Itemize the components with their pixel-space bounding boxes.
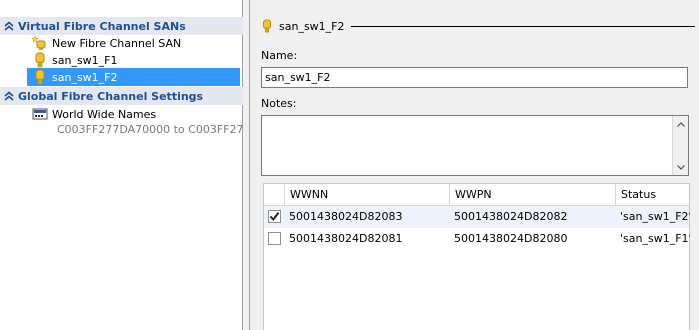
collapse-chevron-icon[interactable] [0, 17, 18, 35]
cell-wwnn: 5001438024D82083 [289, 210, 403, 223]
sidebar: Virtual Fibre Channel SANs New Fibre Cha… [0, 0, 254, 330]
checkmark-icon [269, 212, 280, 222]
sidebar-item-label: World Wide Names [52, 107, 157, 121]
grid-header: WWNN WWPN Status [264, 184, 689, 206]
cell-wwpn: 5001438024D82082 [454, 210, 568, 223]
detail-title-row: san_sw1_F2 [260, 16, 695, 36]
sidebar-item-label: san_sw1_F1 [52, 53, 118, 67]
row-checkbox[interactable] [268, 210, 281, 223]
pane-splitter[interactable] [244, 0, 250, 330]
sidebar-item-label: san_sw1_F2 [52, 70, 118, 84]
name-label: Name: [261, 49, 298, 62]
sidebar-item-new-san[interactable]: New Fibre Channel SAN [31, 34, 236, 52]
collapse-chevron-icon[interactable] [0, 87, 18, 105]
section-header-san[interactable]: Virtual Fibre Channel SANs [0, 17, 243, 35]
detail-title: san_sw1_F2 [279, 19, 345, 33]
san-switch-icon [260, 18, 274, 34]
sidebar-item-san-sw1-f1[interactable]: san_sw1_F1 [31, 51, 236, 69]
detail-pane: san_sw1_F2 Name: san_sw1_F2 Notes: WWNN … [251, 0, 699, 330]
scroll-down-icon[interactable] [673, 159, 689, 175]
table-row[interactable]: 5001438024D82081 5001438024D82080 'san_s… [264, 228, 690, 250]
san-switch-icon [31, 51, 49, 69]
wwn-icon [31, 105, 49, 123]
table-row[interactable]: 5001438024D82083 5001438024D82082 'san_s… [264, 206, 690, 228]
sidebar-item-label: New Fibre Channel SAN [52, 36, 182, 50]
section-header-global[interactable]: Global Fibre Channel Settings [0, 87, 243, 105]
new-san-icon [31, 34, 49, 52]
section-title-global: Global Fibre Channel Settings [18, 89, 204, 103]
wwn-grid[interactable]: WWNN WWPN Status 5001438024D82083 500143… [263, 183, 690, 330]
cell-status: 'san_sw1_F2' [620, 210, 690, 223]
cell-wwnn: 5001438024D82081 [289, 232, 403, 245]
scroll-up-icon[interactable] [673, 116, 688, 132]
sidebar-item-san-sw1-f2[interactable]: san_sw1_F2 [27, 68, 240, 86]
notes-scrollbar[interactable] [672, 116, 688, 175]
section-title-san: Virtual Fibre Channel SANs [18, 19, 186, 33]
notes-textarea[interactable] [261, 115, 689, 176]
column-header-status[interactable]: Status [615, 184, 691, 206]
column-header-wwnn[interactable]: WWNN [284, 184, 449, 206]
wwn-range-text: C003FF277DA70000 to C003FF27... [57, 123, 254, 136]
row-checkbox[interactable] [268, 232, 281, 245]
sidebar-item-world-wide-names[interactable]: World Wide Names [31, 105, 236, 123]
title-divider [350, 26, 695, 27]
notes-label: Notes: [261, 97, 297, 110]
name-input[interactable]: san_sw1_F2 [261, 67, 688, 88]
column-header-wwpn[interactable]: WWPN [449, 184, 615, 206]
san-switch-icon [31, 68, 49, 86]
cell-wwpn: 5001438024D82080 [454, 232, 568, 245]
cell-status: 'san_sw1_F1' [620, 232, 690, 245]
